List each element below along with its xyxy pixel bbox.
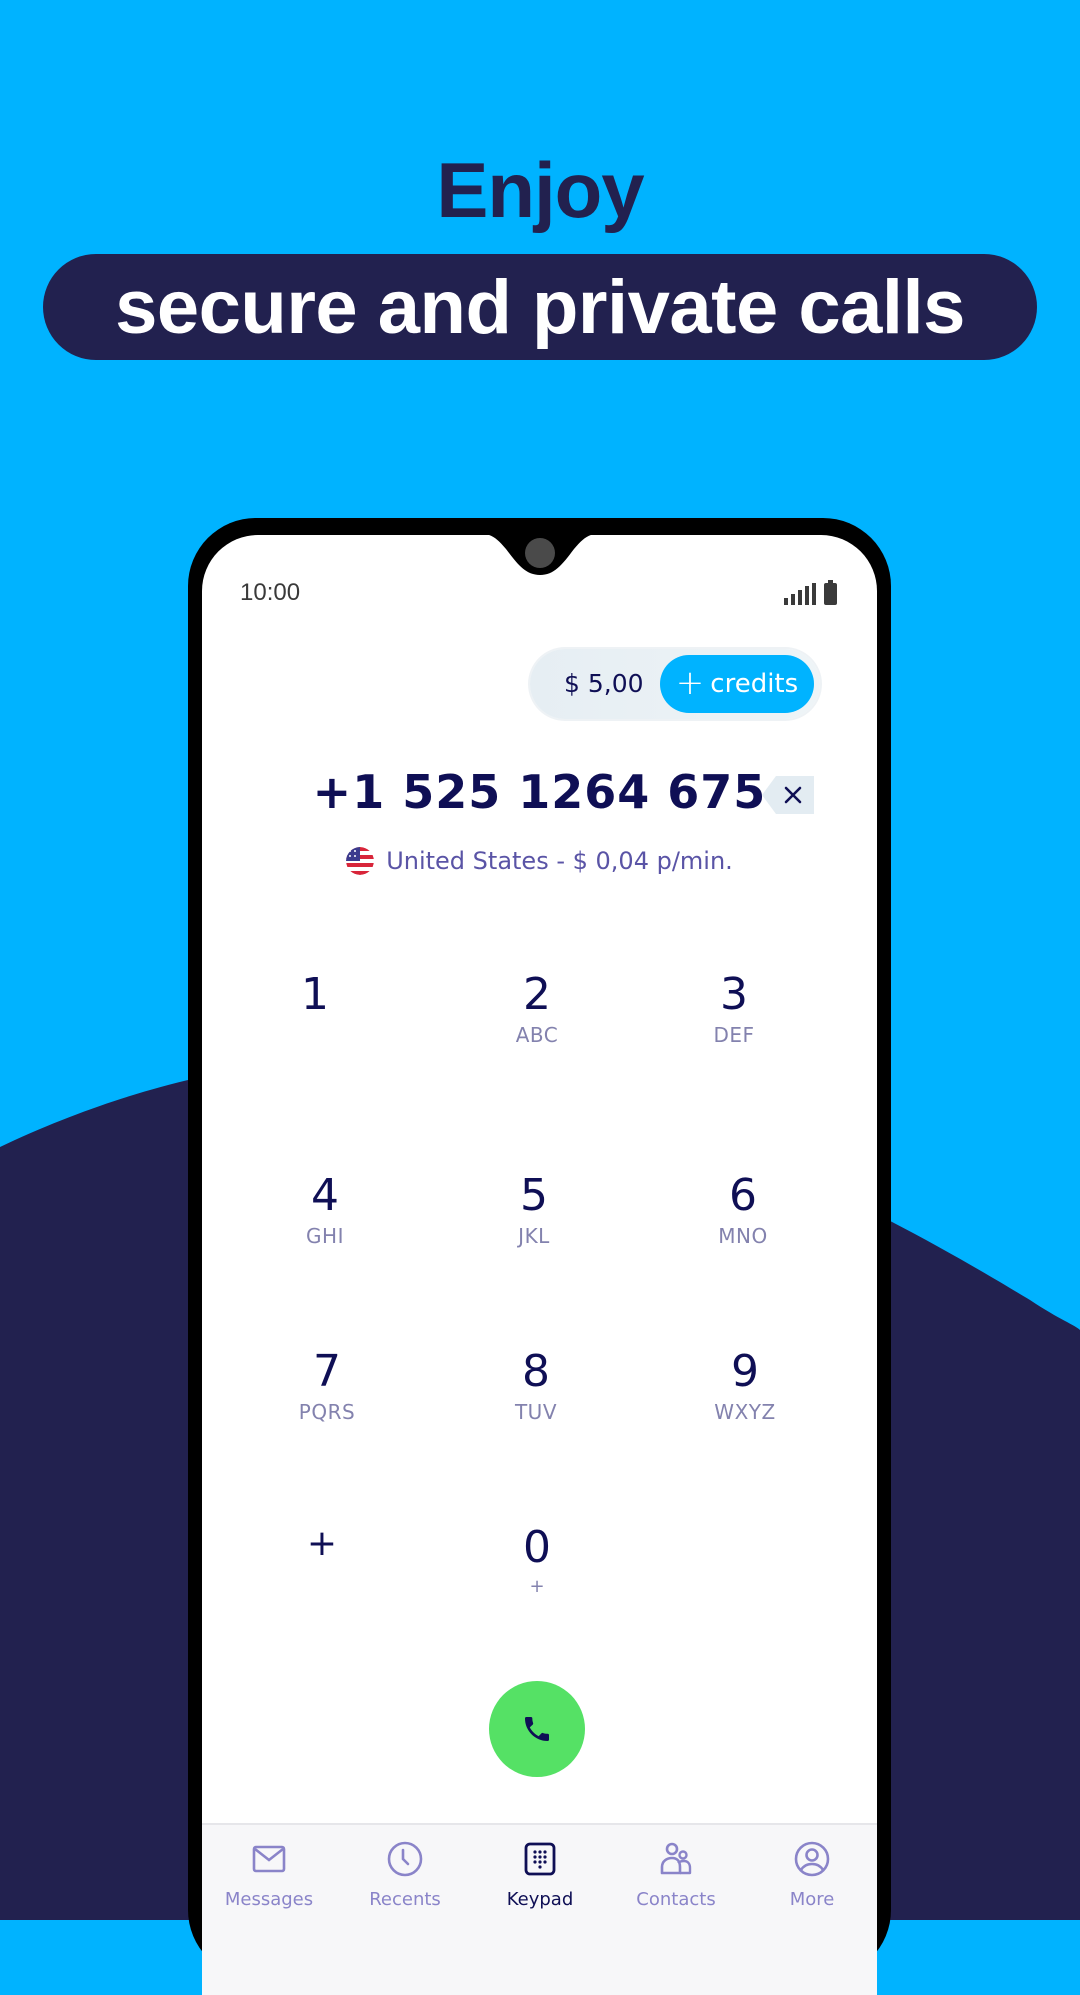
user-circle-icon [794,1841,830,1877]
nav-label: Contacts [636,1889,716,1910]
contacts-icon [660,1842,692,1875]
credits-pill: $ 5,00 + credits [530,649,820,719]
key-0[interactable]: 0 + [447,1522,627,1598]
key-7[interactable]: 7 PQRS [237,1346,417,1425]
add-credits-button[interactable]: + credits [660,655,814,713]
key-digit: 5 [520,1170,548,1221]
key-digit: 8 [522,1346,550,1397]
credit-balance: $ 5,00 [564,669,644,698]
key-plus[interactable]: + [232,1526,412,1562]
nav-label: Keypad [506,1889,574,1910]
mail-icon [252,1845,286,1873]
key-2[interactable]: 2 ABC [447,969,627,1048]
key-6[interactable]: 6 MNO [653,1170,833,1249]
key-letters: MNO [718,1224,768,1248]
signal-icon [784,583,816,605]
headline-banner-text: secure and private calls [115,264,965,350]
key-letters: JKL [518,1224,550,1248]
nav-label: More [789,1889,835,1910]
nav-item-messages[interactable]: Messages [209,1839,329,1910]
phone-icon [525,1717,549,1741]
key-3[interactable]: 3 DEF [644,969,824,1048]
key-digit: 2 [523,969,551,1020]
call-button[interactable] [489,1681,585,1777]
key-digit: 7 [313,1346,341,1397]
key-letters: WXYZ [714,1400,776,1424]
key-digit: 6 [729,1170,757,1221]
phone-frame: 10:00 $ 5,00 + credits +1 525 1264 675 U… [188,518,891,1995]
key-4[interactable]: 4 GHI [235,1170,415,1249]
key-digit: 1 [301,969,329,1020]
key-letters: TUV [514,1400,558,1424]
plus-icon: + [675,662,705,703]
key-8[interactable]: 8 TUV [446,1346,626,1425]
key-letters: PQRS [298,1400,356,1424]
us-flag-icon [346,847,375,875]
key-digit: 9 [731,1346,759,1397]
key-digit: 3 [720,969,748,1020]
phone-screen: 10:00 $ 5,00 + credits +1 525 1264 675 U… [202,535,877,1995]
status-icons [784,580,837,605]
key-letters: + [529,1576,545,1597]
nav-label: Recents [369,1889,441,1910]
nav-item-keypad[interactable]: Keypad [480,1839,600,1910]
battery-icon [824,580,837,605]
key-5[interactable]: 5 JKL [444,1170,624,1249]
key-letters: DEF [713,1023,755,1047]
camera-notch [488,535,592,575]
headline-banner: secure and private calls [43,254,1037,360]
key-1[interactable]: 1 [225,973,405,1017]
nav-label: Messages [224,1889,314,1910]
nav-item-recents[interactable]: Recents [345,1839,465,1910]
backspace-icon[interactable] [762,776,814,814]
clock-icon [387,1841,423,1877]
nav-item-more[interactable]: More [752,1839,872,1910]
bottom-nav: Messages Recents Keypad Contacts More [202,1823,877,1995]
keypad-icon [524,1842,556,1876]
key-digit: 4 [311,1170,339,1221]
add-credits-label: credits [710,669,799,699]
key-digit: 0 [523,1522,551,1573]
key-9[interactable]: 9 WXYZ [655,1346,835,1425]
rate-text: United States - $ 0,04 p/min. [386,847,733,875]
key-digit: + [306,1523,338,1564]
headline-title: Enjoy [436,146,644,234]
status-time: 10:00 [240,579,301,606]
key-letters: GHI [306,1224,344,1248]
rate-info: United States - $ 0,04 p/min. [202,847,877,875]
key-letters: ABC [515,1023,559,1047]
nav-item-contacts[interactable]: Contacts [616,1839,736,1910]
